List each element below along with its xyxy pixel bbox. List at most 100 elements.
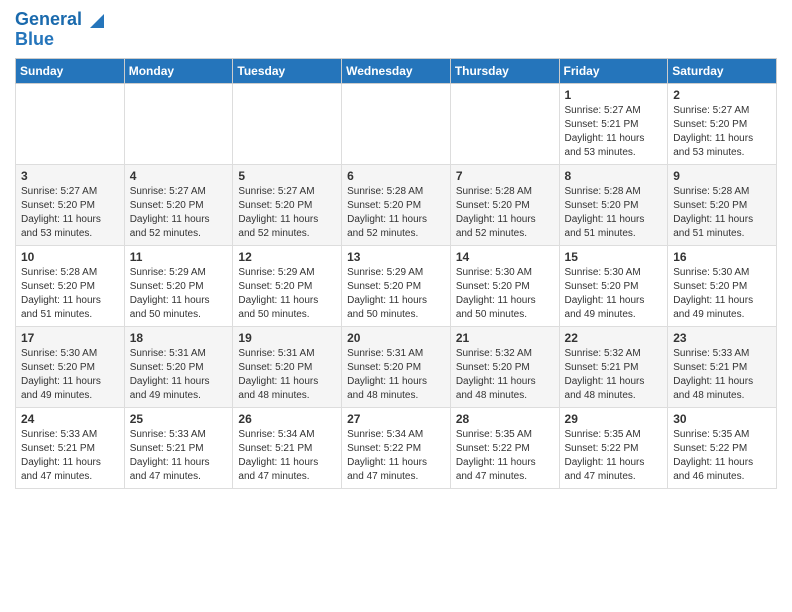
weekday-header-tuesday: Tuesday xyxy=(233,58,342,83)
logo-general: General xyxy=(15,9,82,29)
day-number: 11 xyxy=(130,250,228,264)
day-number: 28 xyxy=(456,412,554,426)
day-info: Sunrise: 5:27 AM Sunset: 5:20 PM Dayligh… xyxy=(673,104,771,160)
day-number: 18 xyxy=(130,331,228,345)
calendar-cell: 29 Sunrise: 5:35 AM Sunset: 5:22 PM Dayli… xyxy=(559,407,668,488)
calendar-cell: 26 Sunrise: 5:34 AM Sunset: 5:21 PM Dayli… xyxy=(233,407,342,488)
calendar-cell xyxy=(233,83,342,164)
day-number: 22 xyxy=(565,331,663,345)
day-info: Sunrise: 5:30 AM Sunset: 5:20 PM Dayligh… xyxy=(21,347,119,403)
day-info: Sunrise: 5:35 AM Sunset: 5:22 PM Dayligh… xyxy=(673,428,771,484)
day-number: 29 xyxy=(565,412,663,426)
calendar-cell: 5Sunrise: 5:27 AM Sunset: 5:20 PM Daylig… xyxy=(233,164,342,245)
day-number: 26 xyxy=(238,412,336,426)
day-info: Sunrise: 5:33 AM Sunset: 5:21 PM Dayligh… xyxy=(673,347,771,403)
day-info: Sunrise: 5:29 AM Sunset: 5:20 PM Dayligh… xyxy=(238,266,336,322)
day-info: Sunrise: 5:28 AM Sunset: 5:20 PM Dayligh… xyxy=(21,266,119,322)
calendar-cell: 15 Sunrise: 5:30 AM Sunset: 5:20 PM Dayli… xyxy=(559,245,668,326)
calendar-cell: 28 Sunrise: 5:35 AM Sunset: 5:22 PM Dayli… xyxy=(450,407,559,488)
calendar-cell: 9 Sunrise: 5:28 AM Sunset: 5:20 PM Daylig… xyxy=(668,164,777,245)
day-number: 4 xyxy=(130,169,228,183)
day-number: 23 xyxy=(673,331,771,345)
day-number: 9 xyxy=(673,169,771,183)
calendar-cell: 11 Sunrise: 5:29 AM Sunset: 5:20 PM Dayli… xyxy=(124,245,233,326)
day-number: 10 xyxy=(21,250,119,264)
calendar-cell xyxy=(450,83,559,164)
day-info: Sunrise: 5:28 AM Sunset: 5:20 PM Dayligh… xyxy=(673,185,771,241)
day-info: Sunrise: 5:34 AM Sunset: 5:21 PM Dayligh… xyxy=(238,428,336,484)
day-info: Sunrise: 5:32 AM Sunset: 5:20 PM Dayligh… xyxy=(456,347,554,403)
day-info: Sunrise: 5:31 AM Sunset: 5:20 PM Dayligh… xyxy=(347,347,445,403)
calendar-cell: 24Sunrise: 5:33 AM Sunset: 5:21 PM Dayli… xyxy=(16,407,125,488)
day-info: Sunrise: 5:35 AM Sunset: 5:22 PM Dayligh… xyxy=(565,428,663,484)
day-info: Sunrise: 5:30 AM Sunset: 5:20 PM Dayligh… xyxy=(565,266,663,322)
logo: General Blue xyxy=(15,10,104,50)
day-number: 30 xyxy=(673,412,771,426)
logo-text: General xyxy=(15,10,82,30)
day-number: 7 xyxy=(456,169,554,183)
day-info: Sunrise: 5:33 AM Sunset: 5:21 PM Dayligh… xyxy=(21,428,119,484)
calendar-cell: 3 Sunrise: 5:27 AM Sunset: 5:20 PM Daylig… xyxy=(16,164,125,245)
day-number: 19 xyxy=(238,331,336,345)
calendar-cell: 19 Sunrise: 5:31 AM Sunset: 5:20 PM Dayli… xyxy=(233,326,342,407)
day-number: 16 xyxy=(673,250,771,264)
day-number: 13 xyxy=(347,250,445,264)
calendar-cell: 25Sunrise: 5:33 AM Sunset: 5:21 PM Dayli… xyxy=(124,407,233,488)
day-info: Sunrise: 5:31 AM Sunset: 5:20 PM Dayligh… xyxy=(238,347,336,403)
day-info: Sunrise: 5:29 AM Sunset: 5:20 PM Dayligh… xyxy=(130,266,228,322)
day-info: Sunrise: 5:27 AM Sunset: 5:20 PM Dayligh… xyxy=(238,185,336,241)
weekday-header-thursday: Thursday xyxy=(450,58,559,83)
calendar-cell: 14 Sunrise: 5:30 AM Sunset: 5:20 PM Dayli… xyxy=(450,245,559,326)
calendar-cell xyxy=(124,83,233,164)
week-row-1: 3 Sunrise: 5:27 AM Sunset: 5:20 PM Daylig… xyxy=(16,164,777,245)
calendar-cell: 17Sunrise: 5:30 AM Sunset: 5:20 PM Dayli… xyxy=(16,326,125,407)
day-info: Sunrise: 5:30 AM Sunset: 5:20 PM Dayligh… xyxy=(673,266,771,322)
day-info: Sunrise: 5:34 AM Sunset: 5:22 PM Dayligh… xyxy=(347,428,445,484)
logo-blue-text: Blue xyxy=(15,30,54,50)
header-row: SundayMondayTuesdayWednesdayThursdayFrid… xyxy=(16,58,777,83)
calendar-cell: 30 Sunrise: 5:35 AM Sunset: 5:22 PM Dayli… xyxy=(668,407,777,488)
weekday-header-wednesday: Wednesday xyxy=(342,58,451,83)
calendar-cell: 8Sunrise: 5:28 AM Sunset: 5:20 PM Daylig… xyxy=(559,164,668,245)
calendar-cell: 27 Sunrise: 5:34 AM Sunset: 5:22 PM Dayli… xyxy=(342,407,451,488)
week-row-0: 1Sunrise: 5:27 AM Sunset: 5:21 PM Daylig… xyxy=(16,83,777,164)
calendar-cell: 16 Sunrise: 5:30 AM Sunset: 5:20 PM Dayli… xyxy=(668,245,777,326)
week-row-3: 17Sunrise: 5:30 AM Sunset: 5:20 PM Dayli… xyxy=(16,326,777,407)
day-number: 2 xyxy=(673,88,771,102)
calendar-cell: 1Sunrise: 5:27 AM Sunset: 5:21 PM Daylig… xyxy=(559,83,668,164)
day-number: 27 xyxy=(347,412,445,426)
day-info: Sunrise: 5:32 AM Sunset: 5:21 PM Dayligh… xyxy=(565,347,663,403)
calendar-cell: 6Sunrise: 5:28 AM Sunset: 5:20 PM Daylig… xyxy=(342,164,451,245)
day-info: Sunrise: 5:30 AM Sunset: 5:20 PM Dayligh… xyxy=(456,266,554,322)
calendar-cell xyxy=(342,83,451,164)
day-number: 8 xyxy=(565,169,663,183)
day-number: 21 xyxy=(456,331,554,345)
calendar-cell xyxy=(16,83,125,164)
logo-icon xyxy=(84,10,104,30)
weekday-header-saturday: Saturday xyxy=(668,58,777,83)
day-info: Sunrise: 5:27 AM Sunset: 5:20 PM Dayligh… xyxy=(130,185,228,241)
calendar-cell: 7Sunrise: 5:28 AM Sunset: 5:20 PM Daylig… xyxy=(450,164,559,245)
day-info: Sunrise: 5:31 AM Sunset: 5:20 PM Dayligh… xyxy=(130,347,228,403)
day-number: 14 xyxy=(456,250,554,264)
week-row-4: 24Sunrise: 5:33 AM Sunset: 5:21 PM Dayli… xyxy=(16,407,777,488)
calendar-cell: 18 Sunrise: 5:31 AM Sunset: 5:20 PM Dayli… xyxy=(124,326,233,407)
calendar-cell: 4 Sunrise: 5:27 AM Sunset: 5:20 PM Daylig… xyxy=(124,164,233,245)
calendar-cell: 12 Sunrise: 5:29 AM Sunset: 5:20 PM Dayli… xyxy=(233,245,342,326)
day-info: Sunrise: 5:29 AM Sunset: 5:20 PM Dayligh… xyxy=(347,266,445,322)
page-container: General Blue SundayMondayTuesdayWednesda… xyxy=(0,0,792,499)
header: General Blue xyxy=(15,10,777,50)
day-info: Sunrise: 5:27 AM Sunset: 5:20 PM Dayligh… xyxy=(21,185,119,241)
day-number: 3 xyxy=(21,169,119,183)
weekday-header-friday: Friday xyxy=(559,58,668,83)
calendar-table: SundayMondayTuesdayWednesdayThursdayFrid… xyxy=(15,58,777,489)
day-info: Sunrise: 5:28 AM Sunset: 5:20 PM Dayligh… xyxy=(347,185,445,241)
day-info: Sunrise: 5:35 AM Sunset: 5:22 PM Dayligh… xyxy=(456,428,554,484)
day-number: 15 xyxy=(565,250,663,264)
day-number: 12 xyxy=(238,250,336,264)
calendar-cell: 20 Sunrise: 5:31 AM Sunset: 5:20 PM Dayli… xyxy=(342,326,451,407)
day-info: Sunrise: 5:33 AM Sunset: 5:21 PM Dayligh… xyxy=(130,428,228,484)
weekday-header-sunday: Sunday xyxy=(16,58,125,83)
day-number: 1 xyxy=(565,88,663,102)
day-number: 20 xyxy=(347,331,445,345)
